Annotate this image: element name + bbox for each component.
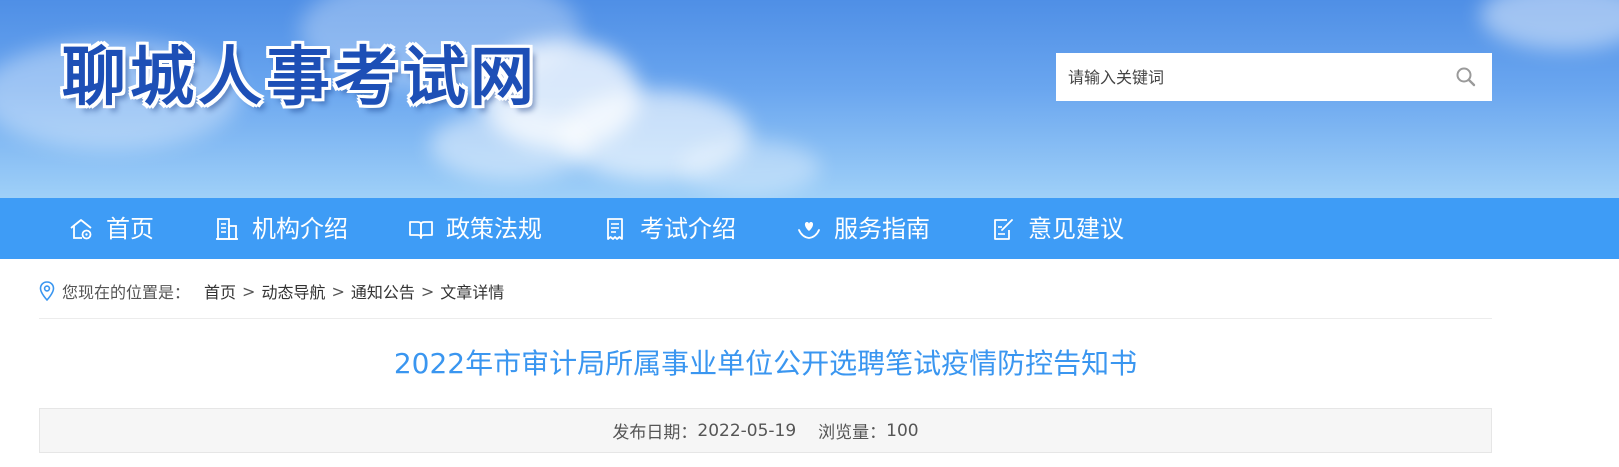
nav-label: 考试介绍: [640, 214, 736, 243]
breadcrumb: 您现在的位置是： 首页 > 动态导航 > 通知公告 > 文章详情: [39, 278, 504, 304]
header-banner: 聊城人事考试网: [0, 0, 1619, 198]
nav-item-institution[interactable]: 机构介绍: [214, 198, 348, 259]
breadcrumb-separator: >: [420, 281, 435, 301]
nav-list: 首页 机构介绍 政策法规 考试介绍 服务指南 意见建议: [68, 198, 1184, 259]
divider: [39, 318, 1492, 319]
nav-label: 意见建议: [1028, 214, 1124, 243]
breadcrumb-link-article[interactable]: 文章详情: [440, 279, 504, 303]
nav-label: 政策法规: [446, 214, 542, 243]
cloud-decoration: [430, 110, 590, 180]
nav-item-home[interactable]: 首页: [68, 198, 154, 259]
nav-label: 服务指南: [834, 214, 930, 243]
nav-label: 机构介绍: [252, 214, 348, 243]
search-icon: [1456, 67, 1476, 87]
building-icon: [216, 217, 238, 240]
article-title: 2022年市审计局所属事业单位公开选聘笔试疫情防控告知书: [393, 347, 1138, 380]
search-input[interactable]: [1056, 53, 1436, 101]
view-count-value: 100: [886, 420, 919, 441]
nav-item-exam[interactable]: 考试介绍: [602, 198, 736, 259]
document-icon: [607, 217, 623, 240]
nav-item-feedback[interactable]: 意见建议: [990, 198, 1124, 259]
edit-icon: [994, 218, 1013, 240]
book-icon: [409, 220, 433, 239]
breadcrumb-prefix: 您现在的位置是：: [62, 283, 191, 302]
nav-item-guide[interactable]: 服务指南: [796, 198, 930, 259]
search-button[interactable]: [1454, 65, 1478, 89]
cloud-decoration: [1480, 0, 1619, 50]
nav-label: 首页: [106, 214, 154, 243]
home-icon: [70, 218, 92, 239]
breadcrumb-link-notices[interactable]: 通知公告: [351, 279, 415, 303]
publish-date: 发布日期： 2022-05-19: [612, 418, 797, 444]
view-count-label: 浏览量：: [818, 423, 887, 443]
breadcrumb-link-dynamic-nav[interactable]: 动态导航: [261, 279, 325, 303]
location-pin-icon: [39, 281, 55, 301]
search-box: [1056, 53, 1492, 101]
breadcrumb-separator: >: [331, 281, 345, 301]
site-logo[interactable]: 聊城人事考试网: [62, 40, 538, 116]
publish-date-label: 发布日期：: [612, 423, 698, 443]
publish-date-value: 2022-05-19: [697, 420, 797, 441]
breadcrumb-link-home[interactable]: 首页: [204, 279, 236, 303]
view-count: 浏览量： 100: [818, 418, 919, 444]
main-nav: 首页 机构介绍 政策法规 考试介绍 服务指南 意见建议: [0, 198, 1619, 259]
cloud-decoration: [680, 140, 820, 195]
heart-hand-icon: [798, 221, 820, 239]
breadcrumb-separator: >: [242, 281, 256, 301]
nav-item-policy[interactable]: 政策法规: [408, 198, 542, 259]
article-meta: 发布日期： 2022-05-19 浏览量： 100: [39, 408, 1492, 453]
